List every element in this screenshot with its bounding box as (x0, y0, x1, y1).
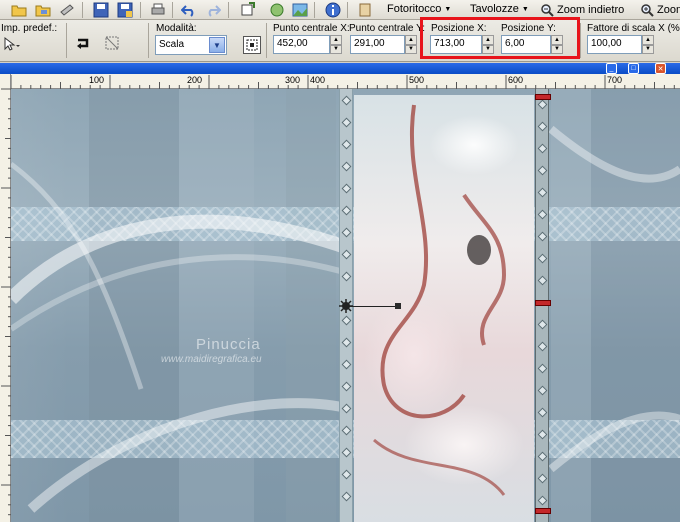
ruler-label: 200 (187, 75, 203, 85)
scanner-icon[interactable] (58, 1, 76, 19)
ruler-label: 500 (409, 75, 425, 85)
zoom-in-button[interactable]: Zoom (640, 3, 680, 17)
save-icon[interactable] (92, 1, 110, 19)
mode-select[interactable]: Scala ▼ (155, 35, 227, 55)
zoom-out-icon (541, 4, 554, 17)
mode-label: Modalità: (156, 23, 197, 34)
scale-x-spinner[interactable]: ▲ ▼ (642, 35, 654, 54)
watermark-title: Pinuccia (196, 336, 261, 353)
vertical-ruler (0, 74, 11, 522)
deform-reset-icon[interactable] (103, 34, 121, 52)
bottom-right-corner-handle[interactable] (535, 508, 551, 514)
open-folder-icon[interactable] (10, 1, 28, 19)
stamp-icon[interactable] (356, 1, 374, 19)
pivot-handle-icon[interactable] (339, 299, 353, 313)
center-y-spinner[interactable]: ▲ ▼ (405, 35, 417, 54)
center-x-spinner[interactable]: ▲ ▼ (330, 35, 342, 54)
crop-icon[interactable] (238, 1, 256, 19)
preset-label: Imp. predef.: (1, 23, 58, 34)
chevron-down-icon: ▼ (521, 5, 529, 13)
minimize-icon[interactable]: _ (606, 63, 617, 74)
menu-fotoritocco[interactable]: Fotoritocco ▼ (387, 3, 451, 15)
maximize-icon[interactable]: □ (628, 63, 639, 74)
print-icon[interactable] (149, 1, 167, 19)
reset-arrow-icon[interactable] (74, 34, 92, 52)
pointer-preset-icon[interactable] (2, 35, 20, 53)
position-highlight-box (420, 17, 580, 59)
menu-tavolozze[interactable]: Tavolozze ▼ (470, 3, 529, 15)
rotation-handle[interactable] (395, 303, 401, 309)
rotation-handle-line (348, 306, 398, 307)
zoom-out-button[interactable]: Zoom indietro (540, 3, 624, 17)
redo-icon[interactable] (204, 1, 222, 19)
browse-icon[interactable] (34, 1, 52, 19)
chevron-down-icon: ▼ (444, 5, 452, 13)
center-y-field[interactable]: 291,00 (350, 35, 405, 54)
center-y-label: Punto centrale Y: (349, 23, 425, 34)
ruler-label: 700 (607, 75, 623, 85)
save-as-icon[interactable] (116, 1, 134, 19)
ruler-label: 100 (89, 75, 105, 85)
scale-x-field[interactable]: 100,00 (587, 35, 642, 54)
undo-icon[interactable] (180, 1, 198, 19)
ruler-label: 300 (285, 75, 301, 85)
ruler-label: 400 (310, 75, 326, 85)
info-icon[interactable] (324, 1, 342, 19)
close-icon[interactable]: ✕ (655, 63, 666, 74)
image-canvas[interactable]: Pinuccia www.maidiregrafica.eu (11, 89, 680, 522)
refresh-icon[interactable] (268, 1, 286, 19)
tube-image-layer[interactable] (354, 95, 534, 522)
zoom-in-icon (641, 4, 654, 17)
image-icon[interactable] (291, 1, 309, 19)
apply-deform-icon[interactable] (243, 36, 261, 54)
ruler-label: 600 (508, 75, 524, 85)
horizontal-ruler: 100 200 300 400 500 600 700 (11, 74, 680, 89)
center-x-field[interactable]: 452,00 (273, 35, 330, 54)
right-middle-handle[interactable] (535, 300, 551, 306)
scale-x-label: Fattore di scala X (%): (587, 23, 680, 34)
watermark-url: www.maidiregrafica.eu (161, 354, 262, 365)
document-titlebar[interactable]: _ □ ✕ (0, 63, 680, 74)
center-x-label: Punto centrale X: (273, 23, 350, 34)
chevron-down-icon: ▼ (209, 37, 225, 53)
top-right-corner-handle[interactable] (535, 94, 551, 100)
